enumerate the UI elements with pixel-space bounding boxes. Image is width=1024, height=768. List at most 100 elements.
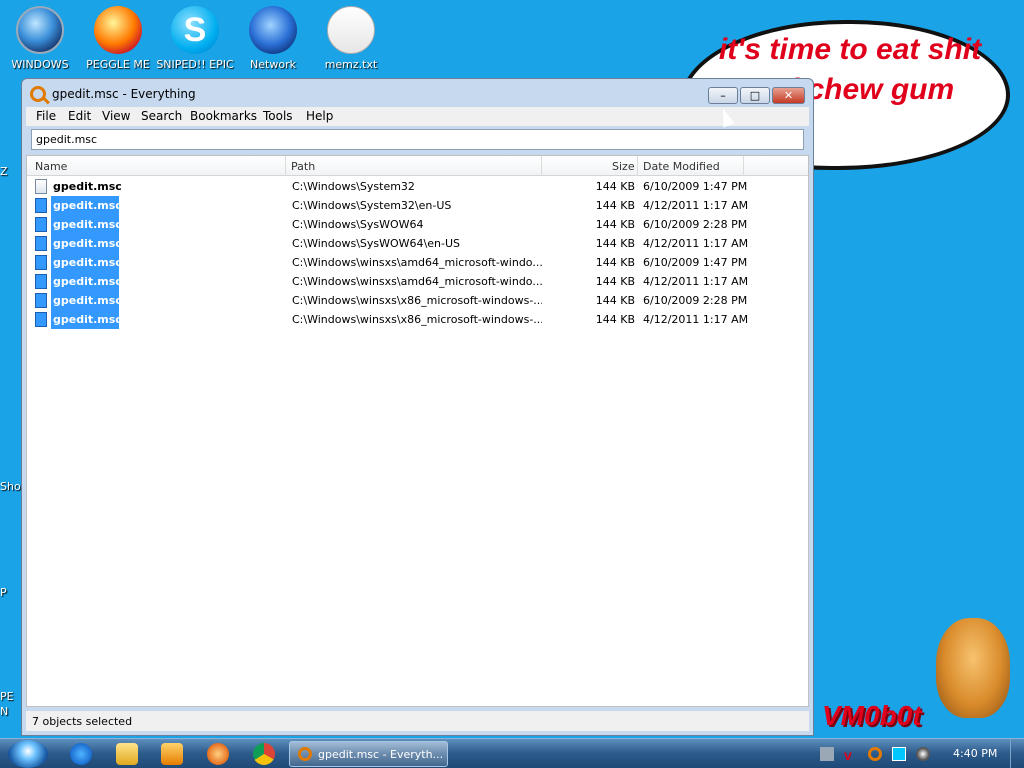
table-row[interactable]: gpedit.msc C:\Windows\winsxs\x86_microso…: [27, 310, 807, 329]
file-name: gpedit.msc: [51, 291, 122, 310]
windows-orb-icon: [16, 6, 64, 54]
antivirus-tray-icon[interactable]: v: [844, 747, 858, 763]
column-header-size[interactable]: Size: [612, 160, 635, 173]
file-date: 6/10/2009 2:28 PM: [643, 218, 748, 231]
table-row[interactable]: gpedit.msc C:\Windows\SysWOW64\en-US 144…: [27, 234, 807, 253]
minimize-button[interactable]: –: [708, 87, 738, 104]
menu-edit[interactable]: Edit: [68, 109, 91, 123]
peggle-icon: [94, 6, 142, 54]
desktop-icon-label: SNIPED!! EPIC: [156, 58, 234, 71]
search-tray-icon[interactable]: [868, 747, 882, 761]
file-size: 144 KB: [595, 275, 635, 288]
menu-tools[interactable]: Tools: [263, 109, 293, 123]
msc-file-icon: [35, 293, 47, 308]
taskbar-item-label: gpedit.msc - Everyth...: [318, 748, 444, 761]
column-separator[interactable]: [541, 156, 542, 176]
desktop-label-fragment: P: [0, 586, 7, 599]
desktop-label-fragment: PE: [0, 690, 14, 703]
desktop-icon-windows[interactable]: WINDOWS: [0, 6, 80, 76]
column-separator[interactable]: [637, 156, 638, 176]
table-row[interactable]: gpedit.msc C:\Windows\winsxs\amd64_micro…: [27, 272, 807, 291]
skype-icon: S: [171, 6, 219, 54]
table-row[interactable]: gpedit.msc C:\Windows\System32 144 KB 6/…: [27, 177, 807, 196]
internet-explorer-icon[interactable]: [70, 743, 92, 765]
column-header-date[interactable]: Date Modified: [643, 160, 720, 173]
dancing-hamster-image: [936, 618, 1010, 718]
everything-search-icon: [30, 86, 46, 102]
text-file-icon: [327, 6, 375, 54]
status-bar: 7 objects selected: [26, 711, 809, 731]
network-globe-icon: [249, 6, 297, 54]
file-name: gpedit.msc: [51, 215, 122, 234]
file-date: 4/12/2011 1:17 AM: [643, 237, 749, 250]
title-bar[interactable]: gpedit.msc - Everything – □ ✕: [22, 79, 813, 107]
desktop-icon-label: Network: [250, 58, 296, 71]
network-tray-icon[interactable]: [820, 747, 834, 761]
menu-help[interactable]: Help: [306, 109, 333, 123]
table-row[interactable]: gpedit.msc C:\Windows\SysWOW64 144 KB 6/…: [27, 215, 807, 234]
column-header-name[interactable]: Name: [35, 160, 67, 173]
file-size: 144 KB: [595, 313, 635, 326]
display-tray-icon[interactable]: [892, 747, 906, 761]
maximize-button[interactable]: □: [740, 87, 770, 104]
desktop-icon-network[interactable]: Network: [233, 6, 313, 76]
everything-search-icon: [298, 747, 312, 761]
table-row[interactable]: gpedit.msc C:\Windows\System32\en-US 144…: [27, 196, 807, 215]
desktop-icon-label: PEGGLE ME: [86, 58, 150, 71]
file-date: 6/10/2009 1:47 PM: [643, 256, 748, 269]
file-path: C:\Windows\winsxs\x86_microsoft-windows-…: [292, 313, 542, 326]
start-button[interactable]: [8, 740, 48, 768]
desktop-label-fragment: Sho: [0, 480, 21, 493]
file-date: 6/10/2009 2:28 PM: [643, 294, 748, 307]
menu-view[interactable]: View: [102, 109, 130, 123]
file-size: 144 KB: [595, 256, 635, 269]
file-path: C:\Windows\winsxs\amd64_microsoft-windo.…: [292, 275, 542, 288]
desktop-icon-memz[interactable]: memz.txt: [311, 6, 391, 76]
file-name: gpedit.msc: [51, 253, 122, 272]
column-separator[interactable]: [285, 156, 286, 176]
vmobot-logo: VM0b0t: [822, 700, 922, 731]
msc-file-icon: [35, 217, 47, 232]
file-path: C:\Windows\System32: [292, 180, 415, 193]
media-player-icon[interactable]: [161, 743, 183, 765]
chrome-icon[interactable]: [253, 743, 275, 765]
window-title: gpedit.msc - Everything: [52, 87, 196, 101]
desktop-label-fragment: N: [0, 705, 9, 718]
desktop-icon-sniped[interactable]: S SNIPED!! EPIC: [155, 6, 235, 76]
table-row[interactable]: gpedit.msc C:\Windows\winsxs\x86_microso…: [27, 291, 807, 310]
search-input[interactable]: gpedit.msc: [31, 129, 804, 150]
column-separator[interactable]: [743, 156, 744, 176]
desktop-icon-label: WINDOWS: [11, 58, 69, 71]
explorer-folder-icon[interactable]: [116, 743, 138, 765]
speaker-tray-icon[interactable]: [916, 747, 930, 761]
column-header-bar: Name Path Size Date Modified: [27, 156, 808, 176]
file-name: gpedit.msc: [51, 272, 122, 291]
menu-bookmarks[interactable]: Bookmarks: [190, 109, 257, 123]
file-path: C:\Windows\SysWOW64: [292, 218, 424, 231]
file-size: 144 KB: [595, 218, 635, 231]
file-date: 4/12/2011 1:17 AM: [643, 199, 749, 212]
file-path: C:\Windows\winsxs\amd64_microsoft-windo.…: [292, 256, 542, 269]
msc-file-icon: [35, 179, 47, 194]
column-header-path[interactable]: Path: [291, 160, 315, 173]
taskbar-clock[interactable]: 4:40 PM: [953, 747, 997, 760]
desktop-icon-peggle[interactable]: PEGGLE ME: [78, 6, 158, 76]
taskbar-item-everything[interactable]: gpedit.msc - Everyth...: [289, 741, 448, 767]
file-size: 144 KB: [595, 180, 635, 193]
menu-search[interactable]: Search: [141, 109, 182, 123]
show-desktop-button[interactable]: [1010, 739, 1024, 768]
file-name: gpedit.msc: [51, 196, 122, 215]
file-date: 4/12/2011 1:17 AM: [643, 313, 749, 326]
file-path: C:\Windows\System32\en-US: [292, 199, 452, 212]
table-row[interactable]: gpedit.msc C:\Windows\winsxs\amd64_micro…: [27, 253, 807, 272]
menu-file[interactable]: File: [36, 109, 56, 123]
file-date: 6/10/2009 1:47 PM: [643, 180, 748, 193]
file-date: 4/12/2011 1:17 AM: [643, 275, 749, 288]
msc-file-icon: [35, 312, 47, 327]
results-list[interactable]: Name Path Size Date Modified gpedit.msc …: [26, 155, 809, 707]
everything-window: gpedit.msc - Everything – □ ✕ File Edit …: [21, 78, 814, 736]
game-icon[interactable]: [207, 743, 229, 765]
msc-file-icon: [35, 255, 47, 270]
close-button[interactable]: ✕: [772, 87, 805, 104]
file-name: gpedit.msc: [53, 180, 122, 193]
